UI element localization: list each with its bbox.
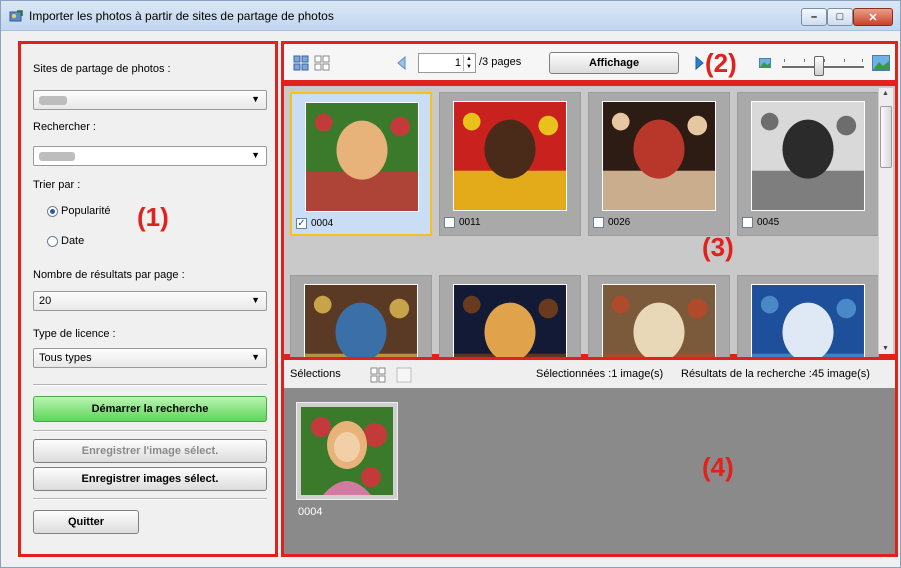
photo-id-label: 0004 [311,218,334,229]
results-per-page-select[interactable]: 20 ▼ [33,291,267,311]
selected-photo-thumbnail[interactable] [296,402,398,500]
selections-panel: Sélections Sélectionnées :1 image(s) Rés… [281,357,898,557]
selected-photo-id: 0004 [298,506,323,518]
close-icon: ✕ [868,11,878,24]
app-icon [9,10,23,22]
radio-on-icon [47,205,58,217]
previous-page-icon[interactable] [394,55,410,71]
deselect-all-icon[interactable] [314,55,330,71]
selections-label: Sélections [290,368,341,380]
sort-label: Trier par : [33,179,81,191]
chevron-down-icon: ▼ [251,352,260,362]
maximize-button[interactable]: □ [827,8,853,26]
license-label: Type de licence : [33,328,116,340]
slider-tick [844,59,845,62]
search-results-count: Résultats de la recherche :45 image(s) [681,368,870,380]
vertical-scrollbar[interactable]: ▲ ▼ [878,88,893,354]
page-spinner[interactable]: ▲ ▼ [463,55,474,71]
search-input[interactable]: ▼ [33,146,267,166]
slider-tick [784,59,785,62]
title-bar: Importer les photos à partir de sites de… [1,1,900,31]
divider [33,430,267,432]
photo-caption: 0045 [742,217,779,228]
page-number-value: 1 [454,57,461,69]
select-all-icon[interactable] [293,55,309,71]
chevron-down-icon: ▼ [251,94,260,104]
photo-checkbox[interactable] [742,217,753,228]
blurred-search-value [39,152,75,161]
start-search-button[interactable]: Démarrer la recherche [33,396,267,422]
scroll-down-icon[interactable]: ▼ [882,345,889,352]
photo-thumbnail[interactable]: ✓ 0004 [290,92,432,236]
selected-count: Sélectionnées :1 image(s) [536,368,664,380]
slider-tick [804,59,805,62]
chevron-down-icon: ▼ [251,295,260,305]
minimize-button[interactable]: – [801,8,827,26]
selected-photo-image [301,407,393,495]
photo-image [602,101,716,211]
sort-date-label: Date [61,235,85,247]
photo-checkbox[interactable] [593,217,604,228]
photo-id-label: 0026 [608,217,631,228]
photo-caption: 0011 [444,217,481,228]
photo-thumbnail[interactable]: 0011 [439,92,581,236]
zoom-slider-handle[interactable] [814,56,824,76]
quit-button[interactable]: Quitter [33,510,139,534]
minimize-icon: – [810,11,818,23]
divider [33,498,267,500]
close-button[interactable]: ✕ [853,8,893,26]
pages-total-label: /3 pages [479,56,522,68]
scrollbar-thumb[interactable] [880,106,892,168]
display-button[interactable]: Affichage [549,52,679,74]
photo-checkbox[interactable] [444,217,455,228]
sort-popularity-label: Popularité [61,205,111,217]
scroll-up-icon[interactable]: ▲ [882,90,889,97]
photo-caption: 0026 [593,217,630,228]
blurred-site-value [39,96,67,105]
slider-tick [862,59,863,62]
sites-label: Sites de partage de photos : [33,63,171,75]
maximize-icon: □ [836,11,844,23]
selections-bar: Sélections Sélectionnées :1 image(s) Rés… [284,360,895,388]
photo-thumbnail[interactable]: 0026 [588,92,730,236]
radio-off-icon [47,235,58,247]
panel-number-1: (1) [137,202,169,232]
import-photos-window: Importer les photos à partir de sites de… [0,0,901,568]
page-number-input[interactable]: 1 ▲ ▼ [418,53,476,73]
sort-date-radio[interactable]: Date [47,235,84,247]
photo-image [751,101,865,211]
panel-number-2: (2) [705,48,737,78]
save-selected-images-button[interactable]: Enregistrer images sélect. [33,467,267,491]
photo-image [453,101,567,211]
divider [33,384,267,386]
chevron-down-icon: ▼ [251,150,260,160]
small-thumbnail-icon[interactable] [759,57,771,69]
photo-caption: ✓ 0004 [296,218,333,229]
photo-thumbnail[interactable]: 0045 [737,92,879,236]
sort-popularity-radio[interactable]: Popularité [47,205,111,217]
results-per-page-value: 20 [39,295,52,307]
results-per-page-label: Nombre de résultats par page : [33,269,185,281]
slider-tick [824,59,825,62]
sites-select[interactable]: ▼ [33,90,267,110]
remove-selection-icon[interactable] [396,367,412,383]
large-thumbnail-icon[interactable] [872,55,890,71]
search-settings-panel: Sites de partage de photos : ▼ Recherche… [18,41,278,557]
panel-number-3: (3) [702,232,734,262]
photo-checkbox[interactable]: ✓ [296,218,307,229]
toolbar-panel: 1 ▲ ▼ /3 pages Affichage (2) [281,41,898,83]
license-select[interactable]: Tous types ▼ [33,348,267,368]
photo-image [305,102,419,212]
license-value: Tous types [39,352,92,364]
save-selected-image-button[interactable]: Enregistrer l'image sélect. [33,439,267,463]
window-title: Importer les photos à partir de sites de… [29,9,334,23]
photo-id-label: 0045 [757,217,780,228]
photo-id-label: 0011 [459,217,481,228]
select-all-selections-icon[interactable] [370,367,386,383]
thumbnail-grid-panel: ✓ 0004 0011 0026 0045 (3) ▲ ▼ [281,83,898,419]
search-label: Rechercher : [33,121,96,133]
panel-number-4: (4) [702,452,734,482]
